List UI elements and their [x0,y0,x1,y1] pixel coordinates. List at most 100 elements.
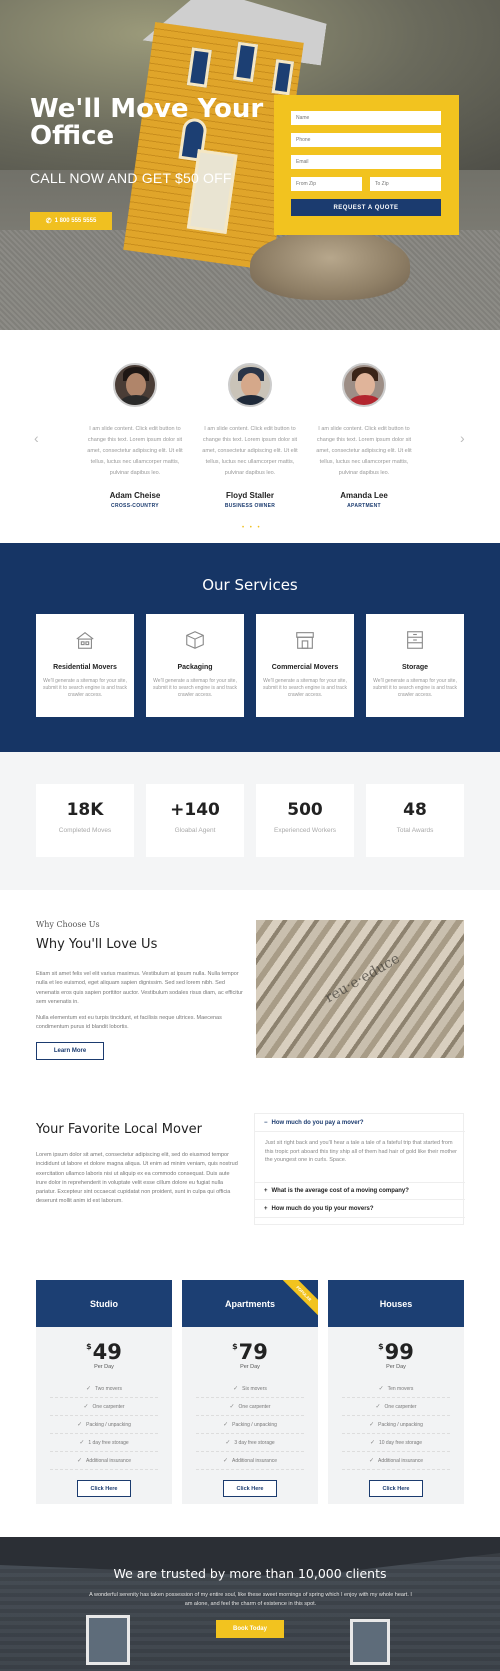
plan-price: $49 [36,1340,172,1364]
pricing-card: Houses $99 Per Day ✓ Ten movers ✓ One carp… [328,1280,464,1504]
quote-form: REQUEST A QUOTE [274,95,459,235]
check-icon: ✓ [368,1458,374,1464]
feature-item: ✓ Six movers [196,1380,304,1398]
plan-price: $99 [328,1340,464,1364]
price-value: 79 [238,1340,268,1364]
service-card[interactable]: Residential Movers We'll generate a site… [36,614,134,717]
feature-label: Packing / unpacking [86,1421,131,1428]
why-kicker: Why Choose Us [36,920,100,929]
plan-name: Studio [36,1280,172,1327]
why-section: Why Choose Us Why You'll Love Us Etiam s… [0,890,500,1095]
stat-label: Experienced Workers [273,827,337,834]
hero-subtitle: CALL NOW AND GET $50 OFF [30,170,232,186]
stat-label: Total Awards [396,827,434,834]
faq-question: What is the average cost of a moving com… [271,1188,409,1194]
feature-label: Additional insurance [378,1457,424,1464]
service-card[interactable]: Commercial Movers We'll generate a sitem… [256,614,354,717]
price-period: Per Day [240,1364,260,1370]
check-icon: ✓ [223,1422,229,1428]
why-title: Why You'll Love Us [36,937,158,952]
box-icon [186,631,204,649]
currency-symbol: $ [86,1342,92,1351]
cta-text: A wonderful serenity has taken possessio… [89,1592,412,1607]
plus-icon: + [264,1205,268,1212]
faq-section: Your Favorite Local Mover Lorem ipsum do… [0,1095,500,1242]
feature-item: ✓ Additional insurance [342,1452,450,1470]
faq-title: Your Favorite Local Mover [36,1122,202,1137]
call-button-label: 1 800 555 5555 [54,218,97,224]
feature-item: ✓ 3 day free storage [196,1434,304,1452]
faq-item[interactable]: + What is the average cost of a moving c… [255,1182,465,1200]
price-value: 99 [384,1340,414,1364]
stat-card: 48 Total Awards [366,784,464,857]
call-button[interactable]: ✆ 1 800 555 5555 [30,212,112,230]
from-zip-input[interactable] [291,177,362,191]
learn-more-button[interactable]: Learn More [36,1042,104,1060]
feature-item: ✓ One carpenter [196,1398,304,1416]
faq-question: How much do you pay a mover? [271,1119,364,1126]
feature-item: ✓ Two movers [50,1380,158,1398]
testimonial-card: I am slide content. Click edit button to… [77,363,193,509]
plan-button[interactable]: Click Here [369,1480,423,1497]
service-card[interactable]: Storage We'll generate a sitemap for you… [366,614,464,717]
stat-label: Gloabal Agent [174,827,216,834]
faq-question: How much do you tip your movers? [271,1205,374,1212]
stat-number: 48 [403,800,427,820]
prev-arrow-icon[interactable]: ‹ [34,430,39,446]
pricing-section: Studio $49 Per Day ✓ Two movers ✓ One carp… [0,1242,500,1537]
faq-item-open[interactable]: − How much do you pay a mover? [255,1114,465,1132]
feature-label: 1 day free storage [88,1439,129,1446]
check-icon: ✓ [369,1422,375,1428]
testimonial-name: Amanda Lee [340,491,388,500]
phone-icon: ✆ [45,218,52,225]
request-quote-button[interactable]: REQUEST A QUOTE [291,199,441,216]
testimonial-name: Adam Cheise [109,491,161,500]
price-period: Per Day [386,1364,406,1370]
feature-item: ✓ Packing / unpacking [196,1416,304,1434]
currency-symbol: $ [378,1342,384,1351]
service-desc: We'll generate a sitemap for your site, … [263,678,347,698]
price-period: Per Day [94,1364,114,1370]
testimonial-name: Floyd Staller [225,491,274,500]
plan-price: $79 [182,1340,318,1364]
feature-label: Packing / unpacking [378,1421,423,1428]
service-desc: We'll generate a sitemap for your site, … [373,678,457,698]
feature-label: 10 day free storage [378,1439,423,1446]
next-arrow-icon[interactable]: › [460,430,465,446]
storage-icon [407,631,423,649]
to-zip-input[interactable] [370,177,441,191]
testimonial-card: I am slide content. Click edit button to… [192,363,308,509]
check-icon: ✓ [222,1458,228,1464]
hero-title: We'll Move Your Office [30,94,264,151]
service-desc: We'll generate a sitemap for your site, … [43,678,127,698]
check-icon: ✓ [76,1458,82,1464]
phone-input[interactable] [291,133,441,147]
testimonial-role: APARTMENT [347,503,381,509]
testimonial-text: I am slide content. Click edit button to… [316,426,412,476]
plan-button[interactable]: Click Here [223,1480,277,1497]
stat-label: Completed Moves [58,827,112,834]
check-icon: ✓ [369,1440,375,1446]
service-title: Packaging [177,664,213,671]
carousel-dots[interactable]: • • • [242,525,262,531]
check-icon: ✓ [378,1386,384,1392]
stat-card: +140 Gloabal Agent [146,784,244,857]
name-input[interactable] [291,111,441,125]
check-icon: ✓ [233,1386,239,1392]
email-input[interactable] [291,155,441,169]
feature-item: ✓ Additional insurance [196,1452,304,1470]
why-paragraph: Etiam sit amet felis vel elit varius max… [36,971,243,1005]
faq-paragraph: Lorem ipsum dolor sit amet, consectetur … [36,1152,238,1205]
zip-row [291,177,442,199]
plan-button[interactable]: Click Here [77,1480,131,1497]
feature-label: Additional insurance [86,1457,132,1464]
check-icon: ✓ [79,1440,85,1446]
faq-item[interactable]: + How much do you tip your movers? [255,1200,465,1218]
feature-list: ✓ Six movers ✓ One carpenter ✓ Packing / un… [196,1380,304,1470]
service-card[interactable]: Packaging We'll generate a sitemap for y… [146,614,244,717]
book-today-button[interactable]: Book Today [216,1620,284,1638]
testimonial-role: BUSINESS OWNER [224,503,276,509]
feature-item: ✓ 1 day free storage [50,1434,158,1452]
feature-label: One carpenter [92,1403,125,1410]
feature-label: 3 day free storage [234,1439,275,1446]
